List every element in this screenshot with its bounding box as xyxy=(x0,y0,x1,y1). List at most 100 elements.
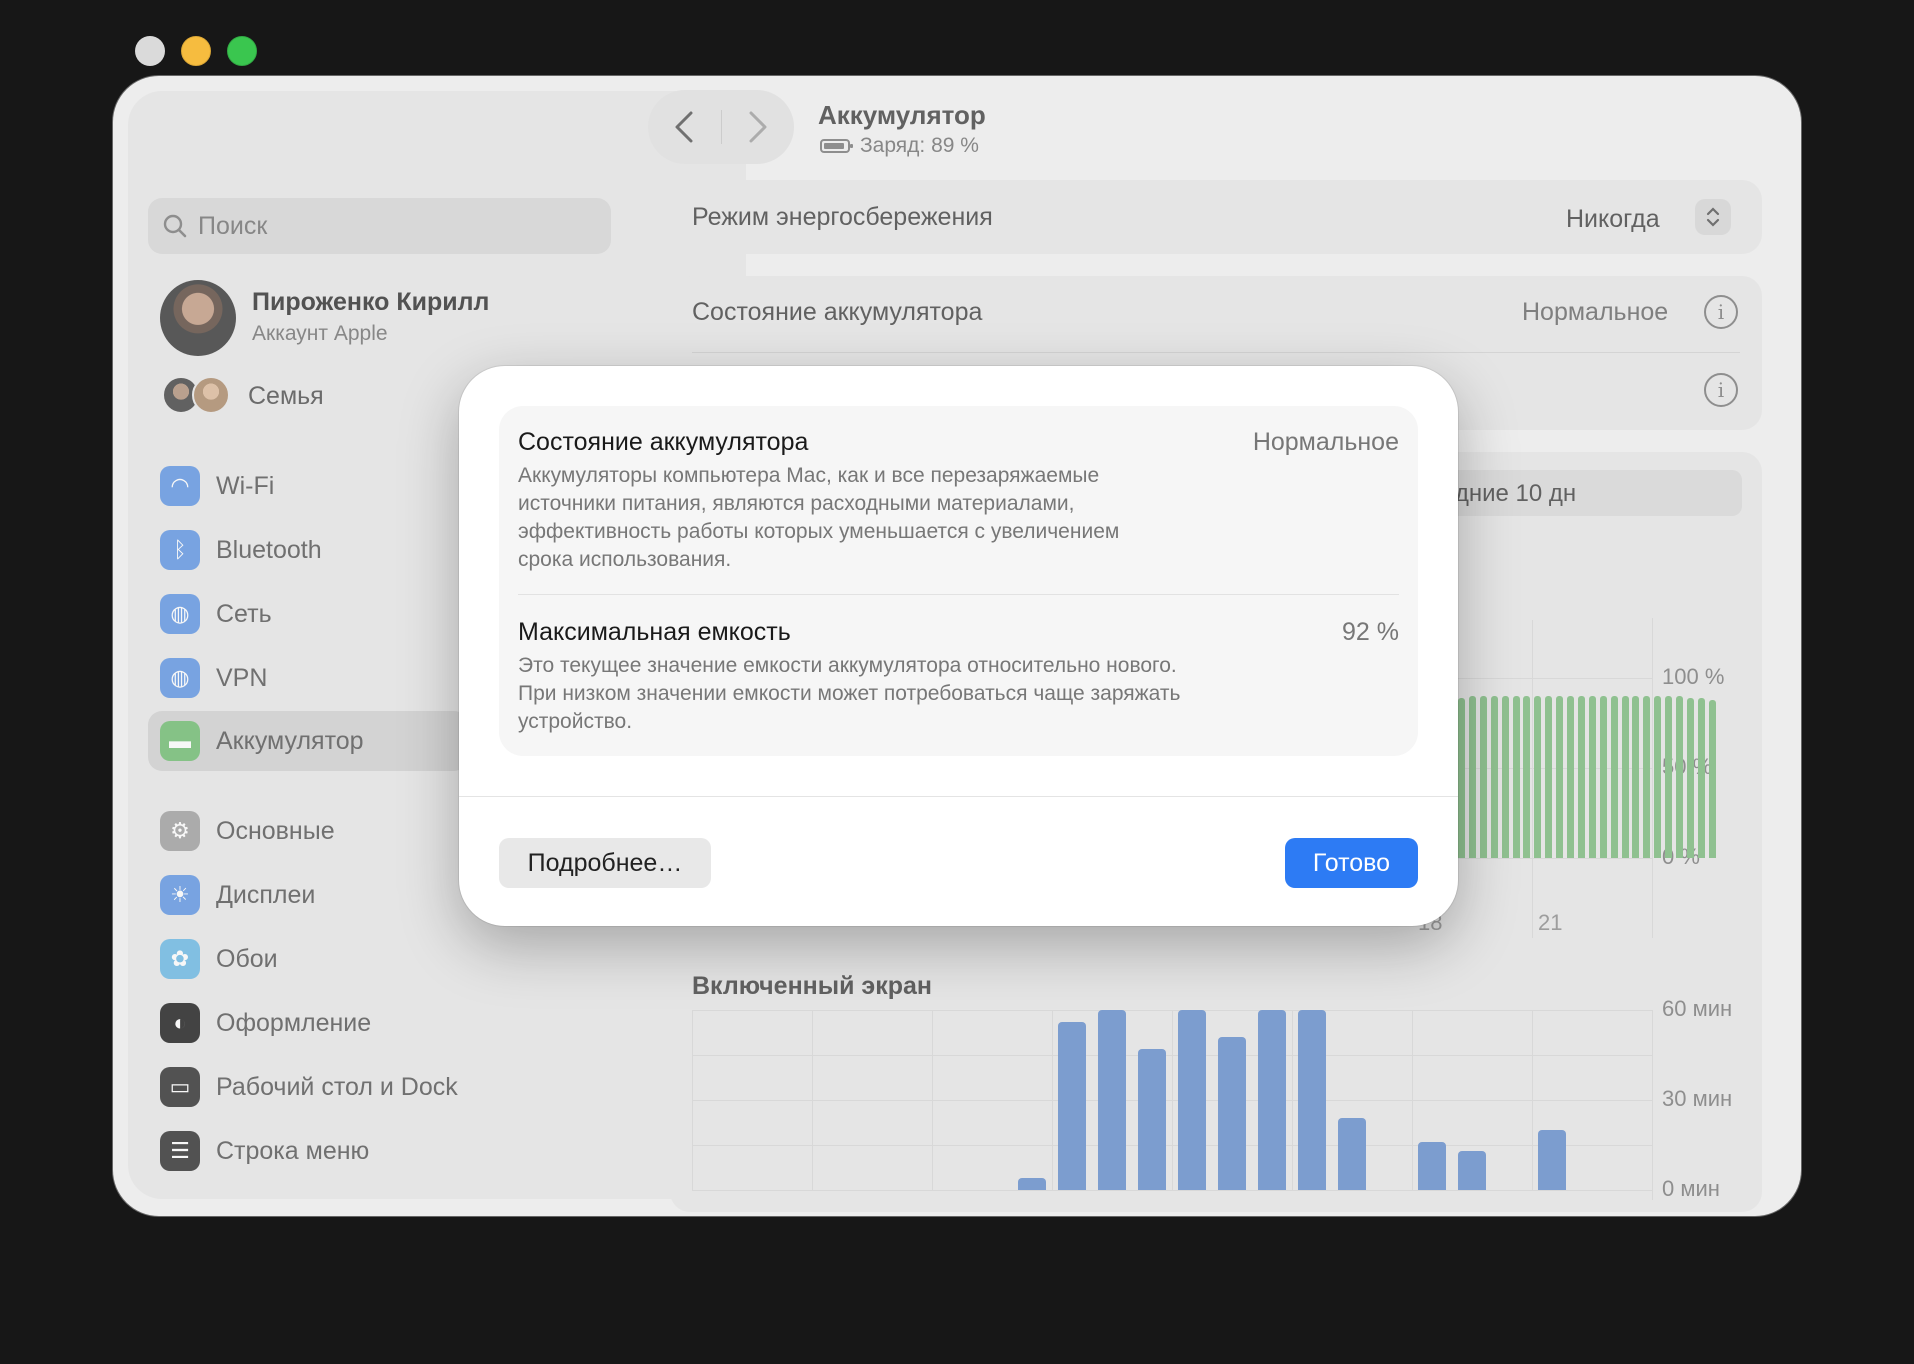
grid-vline xyxy=(1412,1010,1413,1190)
dialog-separator xyxy=(459,796,1458,797)
dialog-divider xyxy=(518,594,1399,595)
grid-vline xyxy=(812,1010,813,1190)
battery-bar xyxy=(1577,696,1585,858)
screen-on-bar xyxy=(1458,1151,1486,1190)
close-button[interactable] xyxy=(135,36,165,66)
sidebar-item-label: Оформление xyxy=(216,1008,372,1037)
grid-vline xyxy=(932,1010,933,1190)
y-tick-label: 30 мин xyxy=(1662,1086,1733,1111)
family-avatar xyxy=(192,376,230,414)
capacity-desc-line: Это текущее значение емкости аккумулятор… xyxy=(518,654,1177,677)
sidebar-item-label: Основные xyxy=(216,816,335,845)
sidebar-item-wifi[interactable]: ◠ Wi-Fi xyxy=(148,456,468,516)
charge-text: Заряд: 89 % xyxy=(860,134,979,157)
health-description: Аккумуляторы компьютера Mac, как и все п… xyxy=(518,462,1119,574)
sidebar-item-appearance[interactable]: ◐ Оформление xyxy=(148,993,468,1053)
y-tick-label: 60 мин xyxy=(1662,996,1733,1021)
battery-bar xyxy=(1708,699,1716,858)
screen-on-bar xyxy=(1058,1022,1086,1190)
divider xyxy=(692,352,1740,353)
sun-icon: ☀ xyxy=(160,875,200,915)
sidebar-item-menubar[interactable]: ☰ Строка меню xyxy=(148,1121,468,1181)
sidebar-item-label: Обои xyxy=(216,944,278,973)
screen-on-bar xyxy=(1298,1010,1326,1190)
sidebar-item-sun[interactable]: ☀ Дисплеи xyxy=(148,865,468,925)
chevron-updown-icon[interactable] xyxy=(1695,199,1731,235)
grid-vline xyxy=(1532,620,1533,938)
health-desc-line: источники питания, являются расходными м… xyxy=(518,492,1075,515)
info-icon[interactable]: i xyxy=(1704,373,1738,407)
screen-on-bar xyxy=(1218,1037,1246,1190)
battery-icon xyxy=(820,139,853,153)
screen-on-bar xyxy=(1338,1118,1366,1190)
battery-bar xyxy=(1588,696,1596,858)
sidebar-item-label: Рабочий стол и Dock xyxy=(216,1072,458,1101)
grid-line xyxy=(692,1190,1652,1191)
info-icon[interactable]: i xyxy=(1704,295,1738,329)
battery-bar xyxy=(1654,696,1662,858)
axis-line xyxy=(1652,1010,1653,1200)
battery-bar xyxy=(1490,696,1498,858)
sidebar-item-label: Wi-Fi xyxy=(216,471,275,500)
page-title: Аккумулятор xyxy=(818,100,986,130)
sidebar-item-dock[interactable]: ▭ Рабочий стол и Dock xyxy=(148,1057,468,1117)
avatar[interactable] xyxy=(160,280,236,356)
sidebar-item-vpn-globe[interactable]: ◍ VPN xyxy=(148,648,468,708)
user-subtitle: Аккаунт Apple xyxy=(252,322,388,345)
sidebar-item-label: Дисплеи xyxy=(216,880,316,909)
gear-icon: ⚙ xyxy=(160,811,200,851)
grid-vline xyxy=(1532,1010,1533,1190)
battery-health-label: Состояние аккумулятора xyxy=(692,298,983,326)
done-button[interactable]: Готово xyxy=(1285,838,1418,888)
bluetooth-icon: ᛒ xyxy=(160,530,200,570)
segment-last-10-days[interactable]: едние 10 дн xyxy=(1442,480,1576,508)
battery-health-dialog: Состояние аккумулятора Нормальное Аккуму… xyxy=(459,366,1458,926)
capacity-value: 92 % xyxy=(1342,618,1399,646)
battery-bar xyxy=(1556,696,1564,858)
zoom-button[interactable] xyxy=(227,36,257,66)
history-nav xyxy=(648,90,794,164)
more-info-button[interactable]: Подробнее… xyxy=(499,838,711,888)
sidebar-item-label: Строка меню xyxy=(216,1136,370,1165)
low-power-value[interactable]: Никогда xyxy=(1566,205,1660,234)
chevron-right-icon xyxy=(749,111,767,143)
appearance-icon: ◐ xyxy=(160,1003,200,1043)
grid-vline xyxy=(1292,1010,1293,1190)
grid-vline xyxy=(692,1010,693,1190)
back-button[interactable] xyxy=(648,90,721,164)
sidebar-item-family[interactable]: Семья xyxy=(248,382,324,411)
health-desc-line: срока использования. xyxy=(518,548,732,571)
forward-button[interactable] xyxy=(722,90,795,164)
battery-bar xyxy=(1599,696,1607,858)
health-value: Нормальное xyxy=(1252,428,1399,456)
battery-bar xyxy=(1567,696,1574,858)
battery-bar xyxy=(1512,696,1520,858)
sidebar-item-globe[interactable]: ◍ Сеть xyxy=(148,584,468,644)
sidebar-item-flower[interactable]: ✿ Обои xyxy=(148,929,468,989)
search-input[interactable]: Поиск xyxy=(148,198,611,254)
screen-on-title: Включенный экран xyxy=(692,972,933,1000)
flower-icon: ✿ xyxy=(160,939,200,979)
battery-bar xyxy=(1632,696,1640,858)
user-name[interactable]: Пироженко Кирилл xyxy=(252,288,489,317)
sidebar-item-battery[interactable]: ▬ Аккумулятор xyxy=(148,711,468,771)
battery-icon: ▬ xyxy=(160,721,200,761)
charge-status: Заряд: 89 % xyxy=(820,134,979,158)
sidebar-item-label: Bluetooth xyxy=(216,535,322,564)
battery-bar xyxy=(1501,696,1509,858)
screen-on-bar xyxy=(1138,1049,1166,1190)
grid-vline xyxy=(1052,1010,1053,1190)
wifi-icon: ◠ xyxy=(160,466,200,506)
sidebar-item-gear[interactable]: ⚙ Основные xyxy=(148,801,468,861)
battery-bar xyxy=(1523,696,1531,858)
health-title: Состояние аккумулятора xyxy=(518,428,809,456)
battery-bar xyxy=(1545,696,1553,858)
sidebar-item-bluetooth[interactable]: ᛒ Bluetooth xyxy=(148,520,468,580)
battery-bar xyxy=(1479,696,1487,858)
screen-on-bar xyxy=(1098,1010,1126,1190)
minimize-button[interactable] xyxy=(181,36,211,66)
battery-bar xyxy=(1697,697,1705,858)
capacity-desc-line: устройство. xyxy=(518,710,633,733)
y-tick-label: 100 % xyxy=(1662,664,1725,689)
x-tick-label: 21 xyxy=(1538,910,1563,935)
